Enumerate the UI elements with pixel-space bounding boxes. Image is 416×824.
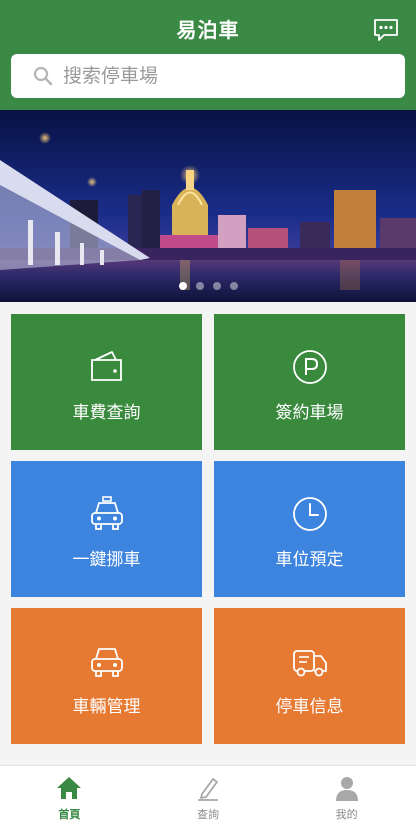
search-input[interactable] <box>63 65 383 87</box>
banner-carousel[interactable] <box>0 110 416 302</box>
move-car-tile[interactable]: 一鍵挪車 <box>11 461 202 597</box>
search-bar[interactable] <box>11 54 405 98</box>
chat-bubble-icon <box>374 19 398 41</box>
bottom-tab-bar: 首頁 查詢 我的 <box>0 765 416 824</box>
tab-label: 我的 <box>335 808 358 821</box>
tile-label: 車費查詢 <box>72 403 141 423</box>
vehicle-management-tile[interactable]: 車輛管理 <box>11 608 202 744</box>
tab-query[interactable]: 查詢 <box>139 766 278 824</box>
tile-label: 一鍵挪車 <box>72 550 141 570</box>
carousel-dot[interactable] <box>178 282 187 290</box>
carousel-dot[interactable] <box>229 282 238 290</box>
tab-label: 查詢 <box>197 808 219 821</box>
clock-icon <box>293 497 327 531</box>
parking-icon <box>293 350 327 384</box>
app-title: 易泊車 <box>176 18 240 42</box>
space-booking-tile[interactable]: 車位預定 <box>214 461 405 597</box>
tile-label: 簽約車場 <box>275 403 344 423</box>
carousel-indicators <box>0 282 416 290</box>
tile-label: 車位預定 <box>275 550 344 570</box>
tab-home[interactable]: 首頁 <box>0 766 139 824</box>
taxi-icon <box>91 496 123 530</box>
car-icon <box>91 648 123 677</box>
edit-icon <box>198 778 218 801</box>
wallet-icon <box>91 351 122 381</box>
user-icon <box>335 777 358 801</box>
app-screen: 易泊車 搜索停車場 車費查詢 簽約車場 一鍵挪車 車位預定 車輛管理 停車信息 … <box>0 0 416 824</box>
fare-query-tile[interactable]: 車費查詢 <box>11 314 202 450</box>
search-icon <box>33 66 53 86</box>
message-button[interactable] <box>372 16 400 44</box>
contract-parking-tile[interactable]: 簽約車場 <box>214 314 405 450</box>
home-icon <box>57 777 82 799</box>
banner-image <box>0 110 416 302</box>
tab-label: 首頁 <box>58 808 81 821</box>
parking-info-tile[interactable]: 停車信息 <box>214 608 405 744</box>
carousel-dot[interactable] <box>195 282 204 290</box>
truck-info-icon <box>293 650 327 677</box>
carousel-dot[interactable] <box>212 282 221 290</box>
header: 易泊車 <box>0 0 416 110</box>
tab-profile[interactable]: 我的 <box>277 766 416 824</box>
tile-label: 車輛管理 <box>72 697 141 717</box>
tile-label: 停車信息 <box>275 697 344 717</box>
